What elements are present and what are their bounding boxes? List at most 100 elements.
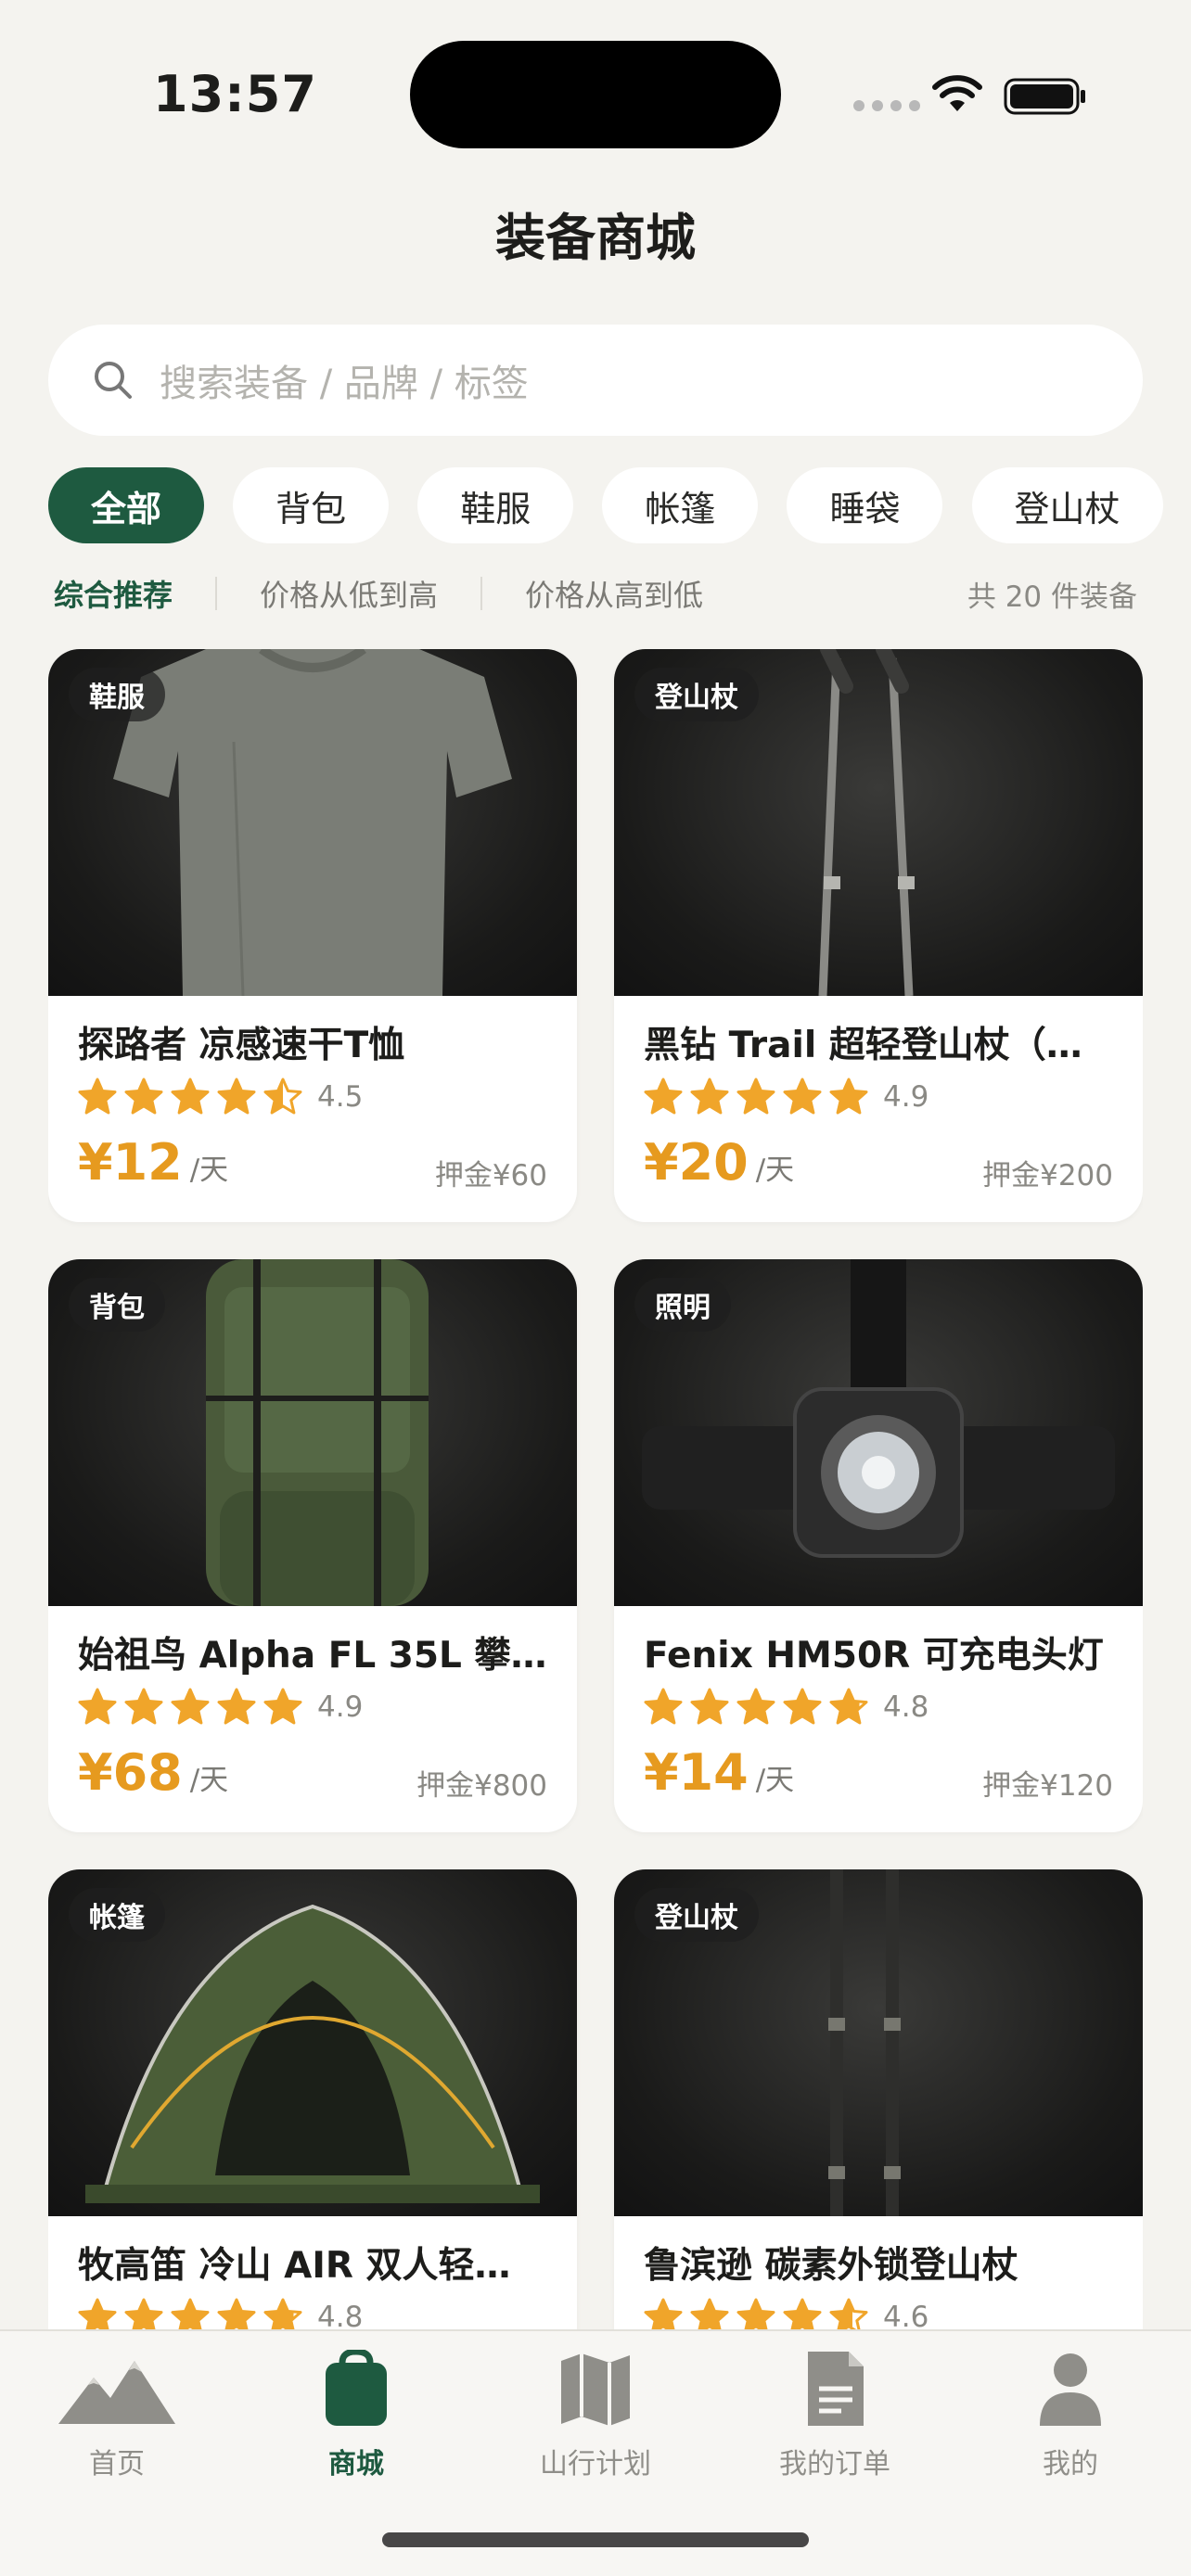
tab-profile-label: 我的 bbox=[1043, 2448, 1098, 2480]
product-card[interactable]: 照明 Fenix HM50R 可充电头灯 4.8 ¥14 /天 押金¥120 bbox=[614, 1259, 1143, 1832]
rating-value: 4.8 bbox=[883, 1690, 929, 1724]
product-tag: 登山杖 bbox=[634, 668, 759, 721]
product-price: ¥68 /天 bbox=[78, 1743, 228, 1802]
star-icon bbox=[783, 2298, 822, 2331]
product-deposit: 押金¥120 bbox=[982, 1769, 1113, 1803]
chip-trekking-pole[interactable]: 登山杖 bbox=[971, 467, 1163, 543]
tab-orders-label: 我的订单 bbox=[779, 2448, 890, 2480]
chip-sleeping-bag[interactable]: 睡袋 bbox=[787, 467, 943, 543]
star-icon bbox=[829, 1078, 868, 1115]
product-deposit: 押金¥60 bbox=[434, 1159, 547, 1192]
sort-price-asc[interactable]: 价格从低到高 bbox=[260, 572, 438, 615]
document-icon bbox=[808, 2352, 864, 2426]
wifi-icon bbox=[932, 75, 982, 111]
star-icon bbox=[217, 1688, 256, 1725]
star-icon bbox=[263, 1078, 302, 1115]
star-icon bbox=[78, 2298, 117, 2331]
star-icon bbox=[644, 1078, 683, 1115]
product-tag: 照明 bbox=[634, 1278, 731, 1332]
star-icon bbox=[690, 1078, 729, 1115]
page-title: 装备商城 bbox=[495, 209, 696, 267]
product-tag: 鞋服 bbox=[69, 668, 165, 721]
sort-price-desc[interactable]: 价格从高到低 bbox=[525, 572, 703, 615]
search-input[interactable]: 搜索装备 / 品牌 / 标签 bbox=[160, 353, 529, 407]
star-icon bbox=[736, 1078, 775, 1115]
home-indicator bbox=[382, 2532, 809, 2547]
product-tag: 背包 bbox=[69, 1278, 165, 1332]
price-unit: /天 bbox=[755, 1764, 795, 1797]
chip-backpack[interactable]: 背包 bbox=[233, 467, 390, 543]
chip-all[interactable]: 全部 bbox=[48, 467, 205, 543]
product-rating: 4.8 bbox=[644, 1688, 928, 1727]
price-value: ¥68 bbox=[78, 1743, 183, 1802]
product-rating: 4.6 bbox=[644, 2298, 928, 2331]
product-image: 登山杖 bbox=[614, 1869, 1143, 2216]
product-image: 背包 bbox=[48, 1259, 577, 1606]
star-icon bbox=[124, 1078, 163, 1115]
star-icon bbox=[124, 1688, 163, 1725]
tab-plan-label: 山行计划 bbox=[540, 2448, 651, 2480]
rating-value: 4.6 bbox=[883, 2301, 929, 2331]
product-tag: 登山杖 bbox=[634, 1888, 759, 1942]
price-unit: /天 bbox=[189, 1764, 229, 1797]
product-name: 探路者 凉感速干T恤 bbox=[78, 1025, 405, 1066]
product-price: ¥14 /天 bbox=[644, 1743, 794, 1802]
chip-apparel[interactable]: 鞋服 bbox=[417, 467, 574, 543]
rating-value: 4.5 bbox=[317, 1080, 364, 1114]
product-card[interactable]: 背包 始祖鸟 Alpha FL 35L 攀… 4.9 ¥68 /天 押金¥800 bbox=[48, 1259, 577, 1832]
star-icon bbox=[736, 2298, 775, 2331]
item-count: 共 20 件装备 bbox=[967, 580, 1137, 614]
star-icon bbox=[124, 2298, 163, 2331]
price-value: ¥12 bbox=[78, 1133, 183, 1192]
person-icon bbox=[1040, 2353, 1101, 2426]
tab-profile[interactable]: 我的 bbox=[987, 2350, 1154, 2507]
product-name: 始祖鸟 Alpha FL 35L 攀… bbox=[78, 1635, 547, 1677]
category-chips: 全部 背包 鞋服 帐篷 睡袋 登山杖 照明 bbox=[48, 467, 1191, 543]
star-icon bbox=[829, 2298, 868, 2331]
tab-home-label: 首页 bbox=[89, 2448, 145, 2480]
product-image: 帐篷 bbox=[48, 1869, 577, 2216]
tab-plan[interactable]: 山行计划 bbox=[512, 2350, 679, 2507]
product-image: 登山杖 bbox=[614, 649, 1143, 996]
product-image: 照明 bbox=[614, 1259, 1143, 1606]
product-rating: 4.5 bbox=[78, 1078, 363, 1116]
product-card[interactable]: 鞋服 探路者 凉感速干T恤 4.5 ¥12 /天 押金¥60 bbox=[48, 649, 577, 1222]
divider bbox=[480, 577, 483, 610]
star-icon bbox=[78, 1688, 117, 1725]
battery-icon bbox=[1004, 78, 1085, 115]
star-icon bbox=[690, 1688, 729, 1725]
price-unit: /天 bbox=[755, 1154, 795, 1187]
product-name: 黑钻 Trail 超轻登山杖（… bbox=[644, 1025, 1082, 1066]
star-icon bbox=[690, 2298, 729, 2331]
search-bar[interactable]: 搜索装备 / 品牌 / 标签 bbox=[48, 325, 1143, 436]
product-card[interactable]: 登山杖 鲁滨逊 碳素外锁登山杖 4.6 bbox=[614, 1869, 1143, 2331]
tab-orders[interactable]: 我的订单 bbox=[751, 2350, 918, 2507]
sort-recommended[interactable]: 综合推荐 bbox=[54, 572, 173, 615]
product-name: 鲁滨逊 碳素外锁登山杖 bbox=[644, 2245, 1018, 2287]
product-rating: 4.9 bbox=[644, 1078, 928, 1116]
tab-shop[interactable]: 商城 bbox=[273, 2350, 440, 2507]
star-icon bbox=[644, 1688, 683, 1725]
tab-home[interactable]: 首页 bbox=[33, 2350, 200, 2507]
price-value: ¥14 bbox=[644, 1743, 749, 1802]
signal-icon bbox=[853, 100, 920, 111]
product-deposit: 押金¥200 bbox=[982, 1159, 1113, 1192]
product-card[interactable]: 帐篷 牧高笛 冷山 AIR 双人轻… 4.8 bbox=[48, 1869, 577, 2331]
star-icon bbox=[78, 1078, 117, 1115]
product-price: ¥12 /天 bbox=[78, 1133, 228, 1192]
chip-tent[interactable]: 帐篷 bbox=[602, 467, 759, 543]
product-tag: 帐篷 bbox=[69, 1888, 165, 1942]
star-icon bbox=[171, 1688, 210, 1725]
product-deposit: 押金¥800 bbox=[416, 1769, 547, 1803]
product-rating: 4.9 bbox=[78, 1688, 363, 1727]
star-icon bbox=[644, 2298, 683, 2331]
product-card[interactable]: 登山杖 黑钻 Trail 超轻登山杖（… 4.9 ¥20 /天 押金¥200 bbox=[614, 649, 1143, 1222]
search-icon bbox=[95, 362, 132, 399]
star-icon bbox=[171, 1078, 210, 1115]
map-icon bbox=[561, 2353, 630, 2426]
status-bar: 13:57 bbox=[0, 0, 1191, 185]
status-time: 13:57 bbox=[153, 65, 317, 123]
product-image: 鞋服 bbox=[48, 649, 577, 996]
rating-value: 4.8 bbox=[317, 2301, 364, 2331]
bag-icon bbox=[326, 2350, 387, 2426]
